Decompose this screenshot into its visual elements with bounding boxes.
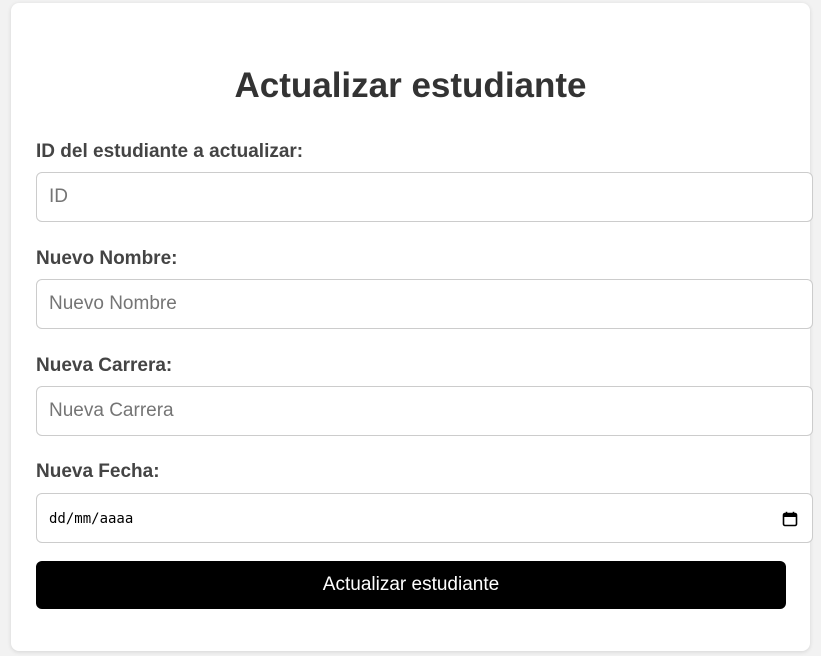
student-id-label: ID del estudiante a actualizar: <box>36 141 304 162</box>
new-date-input[interactable]: dd/mm/aaaa <box>36 493 813 543</box>
new-name-label: Nuevo Nombre: <box>36 248 178 269</box>
new-career-input[interactable] <box>36 386 813 436</box>
form-title: Actualizar estudiante <box>234 66 587 105</box>
date-placeholder[interactable]: dd/mm/aaaa <box>49 509 133 529</box>
update-student-button[interactable]: Actualizar estudiante <box>36 561 786 609</box>
student-id-input[interactable] <box>36 172 813 222</box>
calendar-icon[interactable] <box>782 511 798 527</box>
new-career-label: Nueva Carrera: <box>36 355 173 376</box>
update-student-card: Actualizar estudiante ID del estudiante … <box>11 3 813 651</box>
new-date-label: Nueva Fecha: <box>36 461 160 482</box>
new-name-input[interactable] <box>36 279 813 329</box>
